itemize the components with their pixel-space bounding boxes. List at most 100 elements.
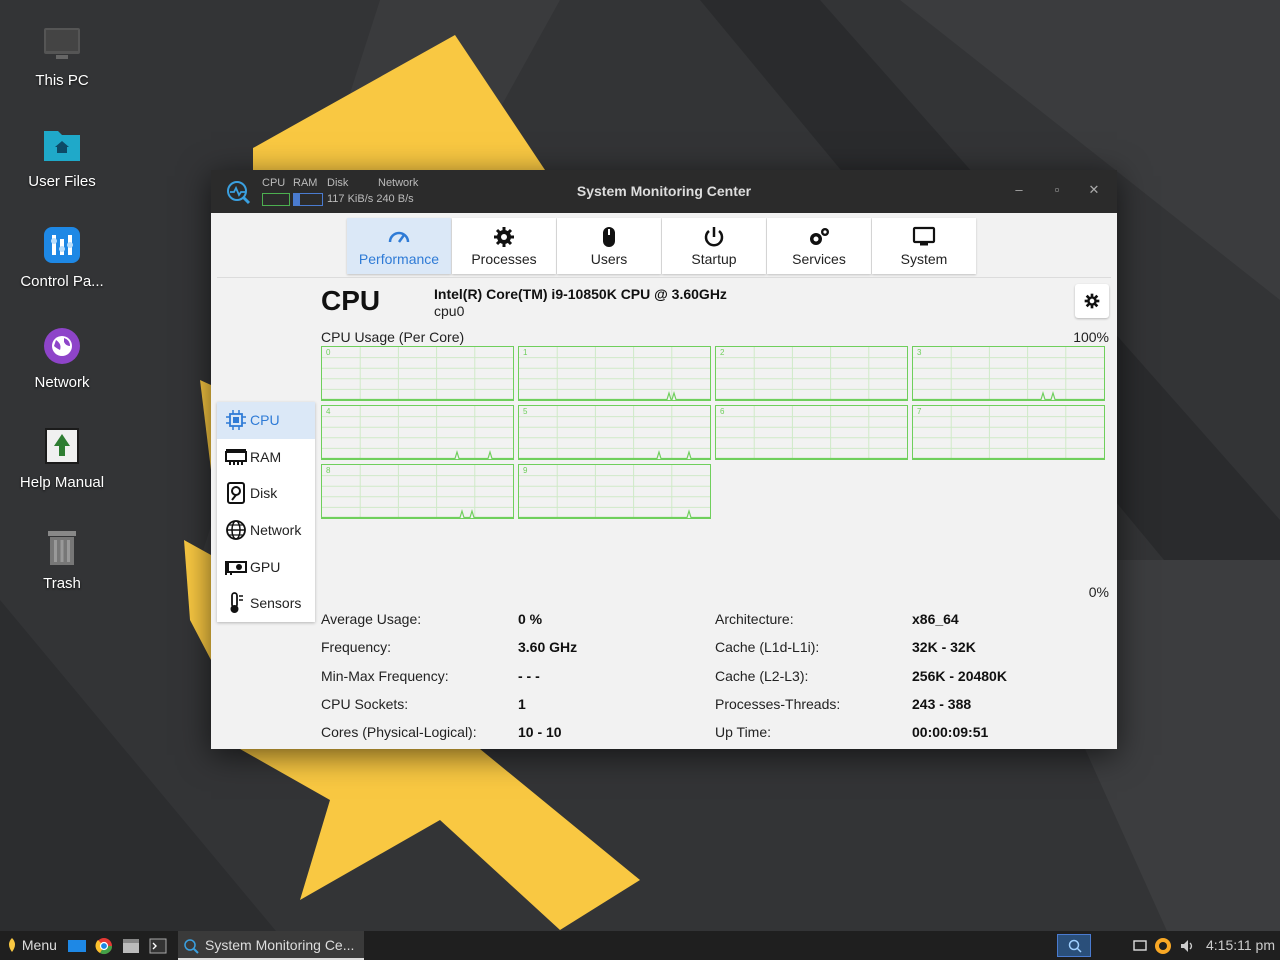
taskbar: Menu System Monitoring Ce... 4:15:11 pm (0, 931, 1280, 960)
network-globe-icon (44, 328, 80, 364)
close-button[interactable]: ✕ (1084, 182, 1104, 198)
sidebar-item-label: RAM (250, 448, 282, 465)
minimize-button[interactable]: – (1009, 182, 1029, 197)
stat-row: Processes-Threads: 243 - 388 (715, 695, 1007, 723)
tab-system[interactable]: System (872, 218, 976, 274)
core-graph-plot (519, 465, 710, 518)
browser-launcher-icon[interactable] (95, 937, 113, 955)
tab-label: Startup (691, 250, 737, 267)
cpu-model-name: Intel(R) Core(TM) i9-10850K CPU @ 3.60GH… (434, 286, 727, 302)
tab-users[interactable]: Users (557, 218, 661, 274)
workspace-switcher[interactable] (1057, 934, 1091, 957)
gauge-icon (388, 231, 410, 243)
maximize-button[interactable]: ▫ (1047, 182, 1067, 197)
stat-label: CPU Sockets: (321, 695, 409, 712)
cpu-device-name: cpu0 (434, 303, 465, 319)
stat-label: Cache (L2-L3): (715, 667, 809, 684)
desktop-icon-help-manual[interactable]: Help Manual (8, 426, 116, 491)
tab-label: Services (792, 250, 846, 267)
stat-row: Frequency: 3.60 GHz (321, 638, 577, 666)
sidebar-item-sensors[interactable]: Sensors (217, 585, 315, 622)
stat-value: 32K - 32K (912, 639, 976, 656)
system-monitor-window: CPU RAM Disk Network 117 KiB/s 240 B/s S… (211, 170, 1117, 749)
stat-row: Cache (L2-L3): 256K - 20480K (715, 667, 1007, 695)
stat-value: 00:00:09:51 (912, 724, 989, 741)
stat-label: Processes-Threads: (715, 695, 841, 712)
window-titlebar[interactable]: CPU RAM Disk Network 117 KiB/s 240 B/s S… (211, 170, 1117, 213)
desktop-icon-trash[interactable]: Trash (8, 527, 116, 592)
stat-value: 1 (518, 695, 526, 712)
stat-row: Cores (Physical-Logical): 10 - 10 (321, 723, 577, 751)
core-graph: 5 (518, 405, 711, 460)
desktop-icon-label: Help Manual (19, 474, 105, 491)
tab-processes[interactable]: Processes (452, 218, 556, 274)
core-graph-plot (716, 347, 907, 400)
mouse-icon (603, 226, 615, 247)
update-tray-icon[interactable] (1153, 936, 1173, 956)
display-tray-icon[interactable] (1133, 939, 1147, 953)
core-graph: 7 (912, 405, 1105, 460)
sidebar-item-label: GPU (250, 558, 281, 575)
core-usage-line (913, 390, 1104, 400)
terminal-launcher-icon[interactable] (149, 938, 167, 954)
core-number-label: 4 (326, 407, 331, 416)
stat-value: x86_64 (912, 611, 959, 627)
core-graph-plot (322, 347, 513, 400)
stat-row: CPU Sockets: 1 (321, 695, 577, 723)
tab-performance[interactable]: Performance (347, 218, 451, 274)
menu-leaf-icon (9, 938, 15, 952)
core-number-label: 3 (917, 348, 922, 357)
core-graph: 1 (518, 346, 711, 401)
core-graph-plot (913, 406, 1104, 459)
gear-icon (494, 226, 514, 247)
gears-icon (810, 227, 829, 245)
desktop-icon-label: User Files (28, 173, 96, 190)
file-manager-launcher-icon[interactable] (122, 938, 140, 954)
ram-icon (225, 448, 247, 465)
sidebar-item-cpu[interactable]: CPU (217, 402, 315, 439)
desktop-icon-this-pc[interactable]: This PC (8, 24, 116, 89)
stat-row: Up Time: 00:00:09:51 (715, 723, 1007, 751)
stat-label: Average Usage: (321, 611, 422, 627)
stat-value: 0 % (518, 611, 543, 627)
core-graph-plot (322, 406, 513, 459)
sidebar-item-gpu[interactable]: GPU (217, 548, 315, 585)
core-usage-line (322, 449, 513, 459)
disk-icon (227, 482, 245, 505)
tab-services[interactable]: Services (767, 218, 871, 274)
desktop-icon-network[interactable]: Network (8, 326, 116, 391)
performance-sidebar: CPU RAM Disk Network GPU Sensors (217, 402, 315, 622)
core-graph: 0 (321, 346, 514, 401)
stat-row: Architecture: x86_64 (715, 610, 1007, 638)
sidebar-item-network[interactable]: Network (217, 512, 315, 549)
stats-left-column: Average Usage: 0 % Frequency: 3.60 GHz Min-M… (321, 610, 577, 751)
menu-label: Menu (21, 937, 57, 953)
graph-max-label: 100% (1073, 329, 1109, 345)
power-icon (704, 226, 724, 246)
volume-icon[interactable] (1180, 939, 1196, 953)
core-graph-plot (519, 347, 710, 400)
window-title: System Monitoring Center (576, 183, 752, 199)
menu-button[interactable]: Menu (6, 937, 57, 953)
desktop-icon-user-files[interactable]: User Files (8, 125, 116, 190)
thermometer-icon (230, 592, 243, 614)
gpu-icon (225, 560, 247, 575)
trash-icon (48, 531, 76, 565)
tab-label: Performance (358, 250, 440, 267)
sidebar-item-label: CPU (250, 412, 280, 429)
tab-startup[interactable]: Startup (662, 218, 766, 274)
files-launcher-icon[interactable] (67, 938, 87, 954)
core-number-label: 0 (326, 348, 331, 357)
sidebar-item-disk[interactable]: Disk (217, 475, 315, 512)
stats-right-column: Architecture: x86_64 Cache (L1d-L1i): 32K -… (715, 610, 1007, 751)
cpu-usage-label: CPU Usage (Per Core) (321, 329, 465, 345)
desktop-icon-control-panel[interactable]: Control Pa... (8, 225, 116, 290)
cpu-settings-button[interactable] (1075, 284, 1109, 318)
stat-label: Min-Max Frequency: (321, 667, 449, 684)
stat-label: Frequency: (321, 639, 392, 656)
cpu-heading: CPU (321, 285, 381, 316)
sidebar-item-ram[interactable]: RAM (217, 439, 315, 476)
desktop-icon-label: Control Pa... (20, 273, 104, 290)
globe-icon (226, 520, 246, 540)
sidebar-item-label: Disk (250, 485, 278, 502)
